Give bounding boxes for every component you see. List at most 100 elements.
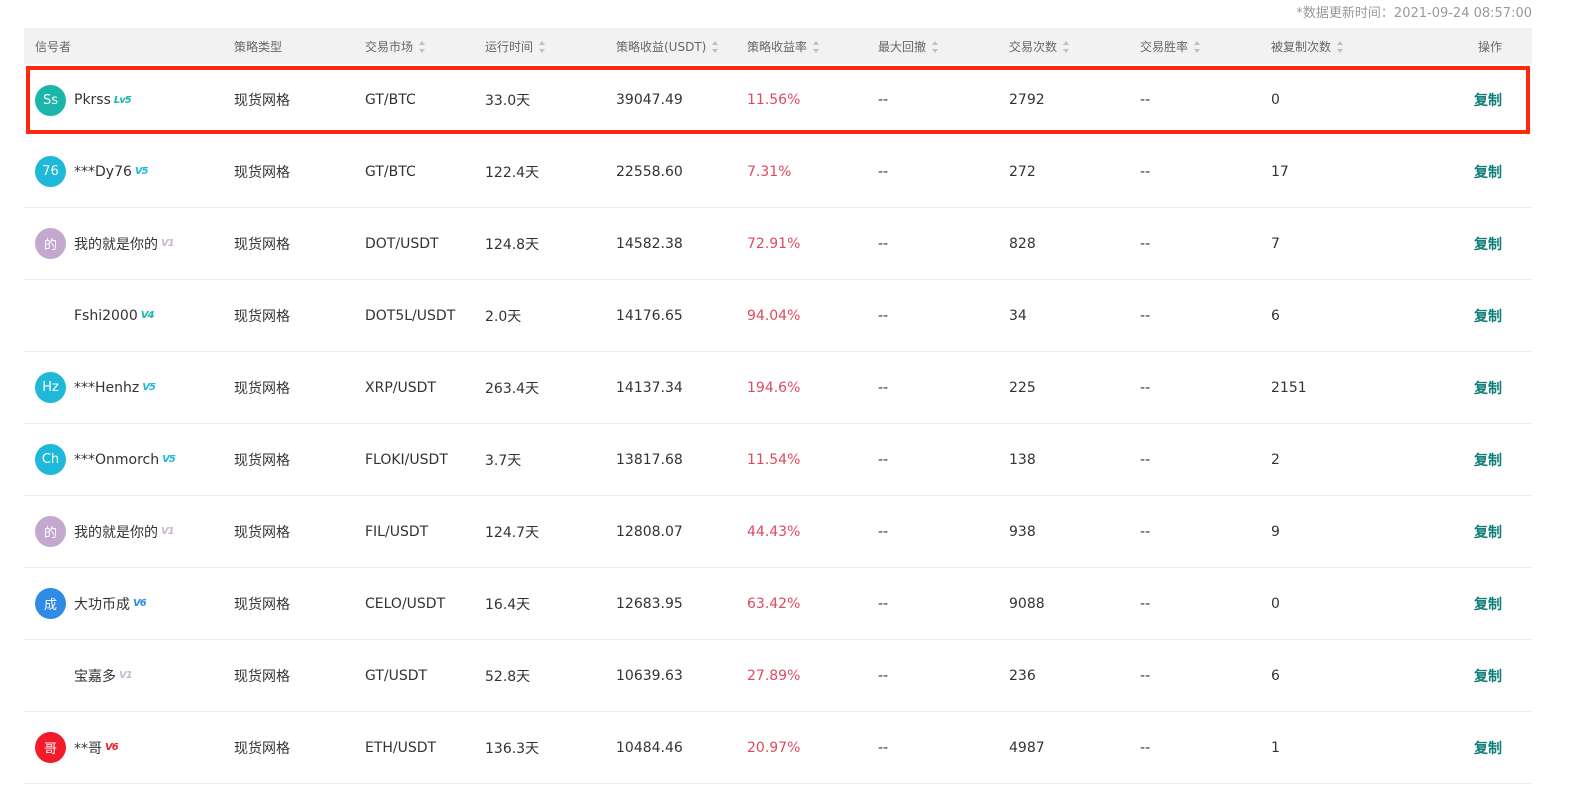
col-header-rate[interactable]: 策略收益率 xyxy=(747,38,878,55)
trader-cell[interactable]: Ch ***Onmorch V5 xyxy=(24,444,234,475)
level-badge-icon: V6 xyxy=(105,742,119,753)
col-header-profit[interactable]: 策略收益(USDT) xyxy=(616,38,747,55)
copy-button[interactable]: 复制 xyxy=(1474,309,1502,325)
strategy-type: 现货网格 xyxy=(234,740,290,757)
trade-count: 2792 xyxy=(1009,92,1045,108)
strategy-type: 现货网格 xyxy=(234,452,290,469)
win-rate: -- xyxy=(1140,235,1151,252)
trader-cell[interactable]: Fshi2000 V4 xyxy=(24,300,234,331)
max-drawdown: -- xyxy=(878,667,889,684)
win-rate: -- xyxy=(1140,307,1151,324)
col-header-market[interactable]: 交易市场 xyxy=(365,38,485,55)
level-badge-icon: V5 xyxy=(134,166,149,177)
max-drawdown: -- xyxy=(878,163,889,180)
copy-count: 9 xyxy=(1271,523,1280,540)
avatar: 的 xyxy=(35,228,66,259)
trader-name[interactable]: ***Henhz xyxy=(74,380,139,396)
sort-icon[interactable] xyxy=(712,41,719,53)
runtime: 2.0天 xyxy=(485,308,522,325)
trader-cell[interactable]: 的 我的就是你的 V1 xyxy=(24,516,234,547)
level-badge-icon: V1 xyxy=(161,526,175,537)
strategy-type: 现货网格 xyxy=(234,524,290,541)
strategy-type: 现货网格 xyxy=(234,668,290,685)
trader-name[interactable]: Fshi2000 xyxy=(74,308,138,324)
col-header-trades[interactable]: 交易次数 xyxy=(1009,38,1140,55)
trade-count: 272 xyxy=(1009,163,1036,180)
col-header-copies[interactable]: 被复制次数 xyxy=(1271,38,1402,55)
trader-cell[interactable]: Hz ***Henhz V5 xyxy=(24,372,234,403)
trader-cell[interactable]: 76 ***Dy76 V5 xyxy=(24,156,234,187)
trader-name[interactable]: 我的就是你的 xyxy=(74,522,158,542)
trader-cell[interactable]: 成 大功币成 V6 xyxy=(24,588,234,619)
trader-name[interactable]: Pkrss xyxy=(74,92,111,108)
trader-name[interactable]: 宝嘉多 xyxy=(74,666,116,686)
trader-cell[interactable]: 哥 **哥 V6 xyxy=(24,732,234,763)
trader-cell[interactable]: Ss Pkrss Lv5 xyxy=(24,84,234,116)
avatar: 76 xyxy=(35,156,66,187)
market: GT/BTC xyxy=(365,163,416,180)
avatar: 的 xyxy=(35,516,66,547)
avatar: 成 xyxy=(35,588,66,619)
col-header-type: 策略类型 xyxy=(234,39,283,54)
copy-count: 6 xyxy=(1271,307,1280,324)
trader-name[interactable]: 大功币成 xyxy=(74,594,130,614)
copy-button[interactable]: 复制 xyxy=(1474,453,1502,469)
col-header-runtime[interactable]: 运行时间 xyxy=(485,38,616,55)
sort-icon[interactable] xyxy=(1194,41,1201,53)
win-rate: -- xyxy=(1140,523,1151,540)
sort-icon[interactable] xyxy=(1337,41,1344,53)
market: XRP/USDT xyxy=(365,379,436,396)
trader-name[interactable]: ***Dy76 xyxy=(74,164,132,180)
copy-button[interactable]: 复制 xyxy=(1474,381,1502,397)
col-header-drawdown[interactable]: 最大回撤 xyxy=(878,38,1009,55)
trader-name[interactable]: **哥 xyxy=(74,738,102,758)
col-header-winrate[interactable]: 交易胜率 xyxy=(1140,38,1271,55)
win-rate: -- xyxy=(1140,667,1151,684)
copy-button[interactable]: 复制 xyxy=(1474,669,1502,685)
runtime: 3.7天 xyxy=(485,452,522,469)
win-rate: -- xyxy=(1140,595,1151,612)
trader-name[interactable]: 我的就是你的 xyxy=(74,234,158,254)
profit-rate: 44.43% xyxy=(747,523,801,540)
win-rate: -- xyxy=(1140,379,1151,396)
avatar xyxy=(35,300,66,331)
trade-count: 828 xyxy=(1009,235,1036,252)
copy-button[interactable]: 复制 xyxy=(1474,93,1502,109)
profit: 14137.34 xyxy=(616,379,683,396)
sort-icon[interactable] xyxy=(1063,41,1070,53)
runtime: 124.8天 xyxy=(485,236,540,253)
trader-cell[interactable]: 宝嘉多 V1 xyxy=(24,660,234,691)
strategy-table: 信号者 策略类型 交易市场 运行时间 策略收益(USDT) 策略收益率 最大回撤… xyxy=(24,28,1532,784)
table-header: 信号者 策略类型 交易市场 运行时间 策略收益(USDT) 策略收益率 最大回撤… xyxy=(24,28,1532,64)
strategy-type: 现货网格 xyxy=(234,236,290,253)
trader-name[interactable]: ***Onmorch xyxy=(74,452,159,468)
profit: 14176.65 xyxy=(616,307,683,324)
sort-icon[interactable] xyxy=(539,41,546,53)
runtime: 122.4天 xyxy=(485,164,540,181)
col-header-trader: 信号者 xyxy=(35,39,72,54)
copy-button[interactable]: 复制 xyxy=(1474,597,1502,613)
copy-button[interactable]: 复制 xyxy=(1474,741,1502,757)
max-drawdown: -- xyxy=(878,307,889,324)
trader-cell[interactable]: 的 我的就是你的 V1 xyxy=(24,228,234,259)
avatar: Hz xyxy=(35,372,66,403)
profit-rate: 7.31% xyxy=(747,163,792,180)
copy-count: 1 xyxy=(1271,739,1280,756)
trade-count: 34 xyxy=(1009,307,1027,324)
sort-icon[interactable] xyxy=(419,41,426,53)
market: FLOKI/USDT xyxy=(365,451,448,468)
win-rate: -- xyxy=(1140,739,1151,756)
copy-button[interactable]: 复制 xyxy=(1474,165,1502,181)
copy-button[interactable]: 复制 xyxy=(1474,525,1502,541)
table-body: Ss Pkrss Lv5 现货网格 GT/BTC 33.0天 39047.49 … xyxy=(24,64,1532,784)
avatar: Ss xyxy=(35,84,66,116)
sort-icon[interactable] xyxy=(813,41,820,53)
runtime: 52.8天 xyxy=(485,668,531,685)
runtime: 124.7天 xyxy=(485,524,540,541)
sort-icon[interactable] xyxy=(932,41,939,53)
market: DOT5L/USDT xyxy=(365,307,456,324)
copy-button[interactable]: 复制 xyxy=(1474,237,1502,253)
profit-rate: 11.56% xyxy=(747,92,801,108)
profit-rate: 72.91% xyxy=(747,235,801,252)
win-rate: -- xyxy=(1140,92,1151,108)
